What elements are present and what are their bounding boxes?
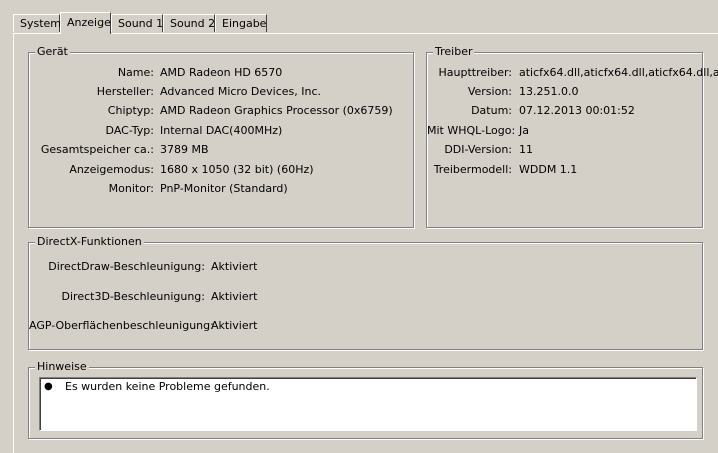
device-label: Hersteller: bbox=[96, 85, 154, 98]
device-value: 1680 x 1050 (32 bit) (60Hz) bbox=[160, 163, 314, 176]
driver-row-ddi-version: DDI-Version: 11 bbox=[427, 143, 702, 157]
device-row-dac-type: DAC-Typ: Internal DAC(400MHz) bbox=[29, 124, 413, 138]
directx-row-directdraw: DirectDraw-Beschleunigung: Aktiviert bbox=[29, 260, 702, 274]
directx-value: Aktiviert bbox=[211, 260, 258, 273]
driver-row-version: Version: 13.251.0.0 bbox=[427, 85, 702, 99]
directx-label: AGP-Oberflächenbeschleunigung: bbox=[29, 319, 214, 332]
device-value: Internal DAC(400MHz) bbox=[160, 124, 283, 137]
directx-group: DirectX-Funktionen DirectDraw-Beschleuni… bbox=[28, 235, 703, 350]
tab-sound-1[interactable]: Sound 1 bbox=[111, 14, 163, 32]
driver-row-whql: Mit WHQL-Logo: Ja bbox=[427, 124, 702, 138]
device-value: AMD Radeon Graphics Processor (0x6759) bbox=[160, 104, 393, 117]
driver-value: WDDM 1.1 bbox=[519, 163, 578, 176]
device-row-monitor: Monitor: PnP-Monitor (Standard) bbox=[29, 182, 413, 196]
tab-label: Eingabe bbox=[222, 17, 267, 30]
tab-label: System bbox=[20, 17, 62, 30]
device-value: AMD Radeon HD 6570 bbox=[160, 66, 283, 79]
driver-group: Treiber Haupttreiber: aticfx64.dll,aticf… bbox=[426, 45, 718, 228]
device-group: Gerät Name: AMD Radeon HD 6570 Herstelle… bbox=[28, 45, 414, 228]
tab-system[interactable]: System bbox=[13, 14, 62, 32]
driver-value: aticfx64.dll,aticfx64.dll,aticfx64.dll,a bbox=[519, 66, 718, 79]
device-label: Chiptyp: bbox=[107, 104, 154, 117]
driver-value: 07.12.2013 00:01:52 bbox=[519, 104, 635, 117]
tab-eingabe[interactable]: Eingabe bbox=[215, 14, 267, 32]
driver-label: Version: bbox=[467, 85, 512, 98]
device-group-legend: Gerät bbox=[35, 45, 70, 59]
device-label: Name: bbox=[117, 66, 154, 79]
tab-label: Sound 1 bbox=[118, 17, 164, 30]
driver-label: Haupttreiber: bbox=[438, 66, 512, 79]
device-row-manufacturer: Hersteller: Advanced Micro Devices, Inc. bbox=[29, 85, 413, 99]
driver-row-driver-model: Treibermodell: WDDM 1.1 bbox=[427, 163, 702, 177]
driver-value: 11 bbox=[519, 143, 533, 156]
bullet-icon: ● bbox=[44, 381, 53, 392]
directx-value: Aktiviert bbox=[211, 290, 258, 303]
driver-row-main-driver: Haupttreiber: aticfx64.dll,aticfx64.dll,… bbox=[427, 66, 718, 80]
device-value: PnP-Monitor (Standard) bbox=[160, 182, 288, 195]
tab-page-anzeige: Gerät Name: AMD Radeon HD 6570 Herstelle… bbox=[13, 33, 718, 453]
directx-group-legend: DirectX-Funktionen bbox=[35, 235, 144, 249]
directx-label: Direct3D-Beschleunigung: bbox=[61, 290, 205, 303]
tab-label: Anzeige bbox=[67, 16, 111, 29]
device-row-total-memory: Gesamtspeicher ca.: 3789 MB bbox=[29, 143, 413, 157]
notes-textbox[interactable]: ● Es wurden keine Probleme gefunden. bbox=[39, 377, 697, 431]
directx-row-agp: AGP-Oberflächenbeschleunigung: Aktiviert bbox=[29, 319, 702, 333]
tab-anzeige[interactable]: Anzeige bbox=[60, 12, 111, 34]
device-label: Gesamtspeicher ca.: bbox=[40, 143, 154, 156]
directx-label: DirectDraw-Beschleunigung: bbox=[48, 260, 205, 273]
driver-label: Mit WHQL-Logo: bbox=[427, 124, 516, 137]
device-row-chip-type: Chiptyp: AMD Radeon Graphics Processor (… bbox=[29, 104, 413, 118]
driver-label: Datum: bbox=[471, 104, 512, 117]
tab-label: Sound 2 bbox=[170, 17, 216, 30]
driver-group-legend: Treiber bbox=[433, 45, 475, 59]
driver-row-date: Datum: 07.12.2013 00:01:52 bbox=[427, 104, 702, 118]
driver-value: 13.251.0.0 bbox=[519, 85, 579, 98]
device-value: Advanced Micro Devices, Inc. bbox=[160, 85, 322, 98]
device-value: 3789 MB bbox=[160, 143, 209, 156]
device-label: Anzeigemodus: bbox=[69, 163, 154, 176]
device-label: Monitor: bbox=[108, 182, 154, 195]
tab-sound-2[interactable]: Sound 2 bbox=[163, 14, 215, 32]
note-text: Es wurden keine Probleme gefunden. bbox=[65, 380, 270, 393]
device-row-name: Name: AMD Radeon HD 6570 bbox=[29, 66, 413, 80]
driver-label: DDI-Version: bbox=[444, 143, 512, 156]
directx-value: Aktiviert bbox=[211, 319, 258, 332]
notes-group: Hinweise ● Es wurden keine Probleme gefu… bbox=[28, 360, 703, 439]
notes-group-legend: Hinweise bbox=[35, 360, 89, 374]
directx-row-direct3d: Direct3D-Beschleunigung: Aktiviert bbox=[29, 290, 702, 304]
device-label: DAC-Typ: bbox=[105, 124, 154, 137]
device-row-display-mode: Anzeigemodus: 1680 x 1050 (32 bit) (60Hz… bbox=[29, 163, 413, 177]
driver-label: Treibermodell: bbox=[433, 163, 512, 176]
driver-value: Ja bbox=[519, 124, 529, 137]
